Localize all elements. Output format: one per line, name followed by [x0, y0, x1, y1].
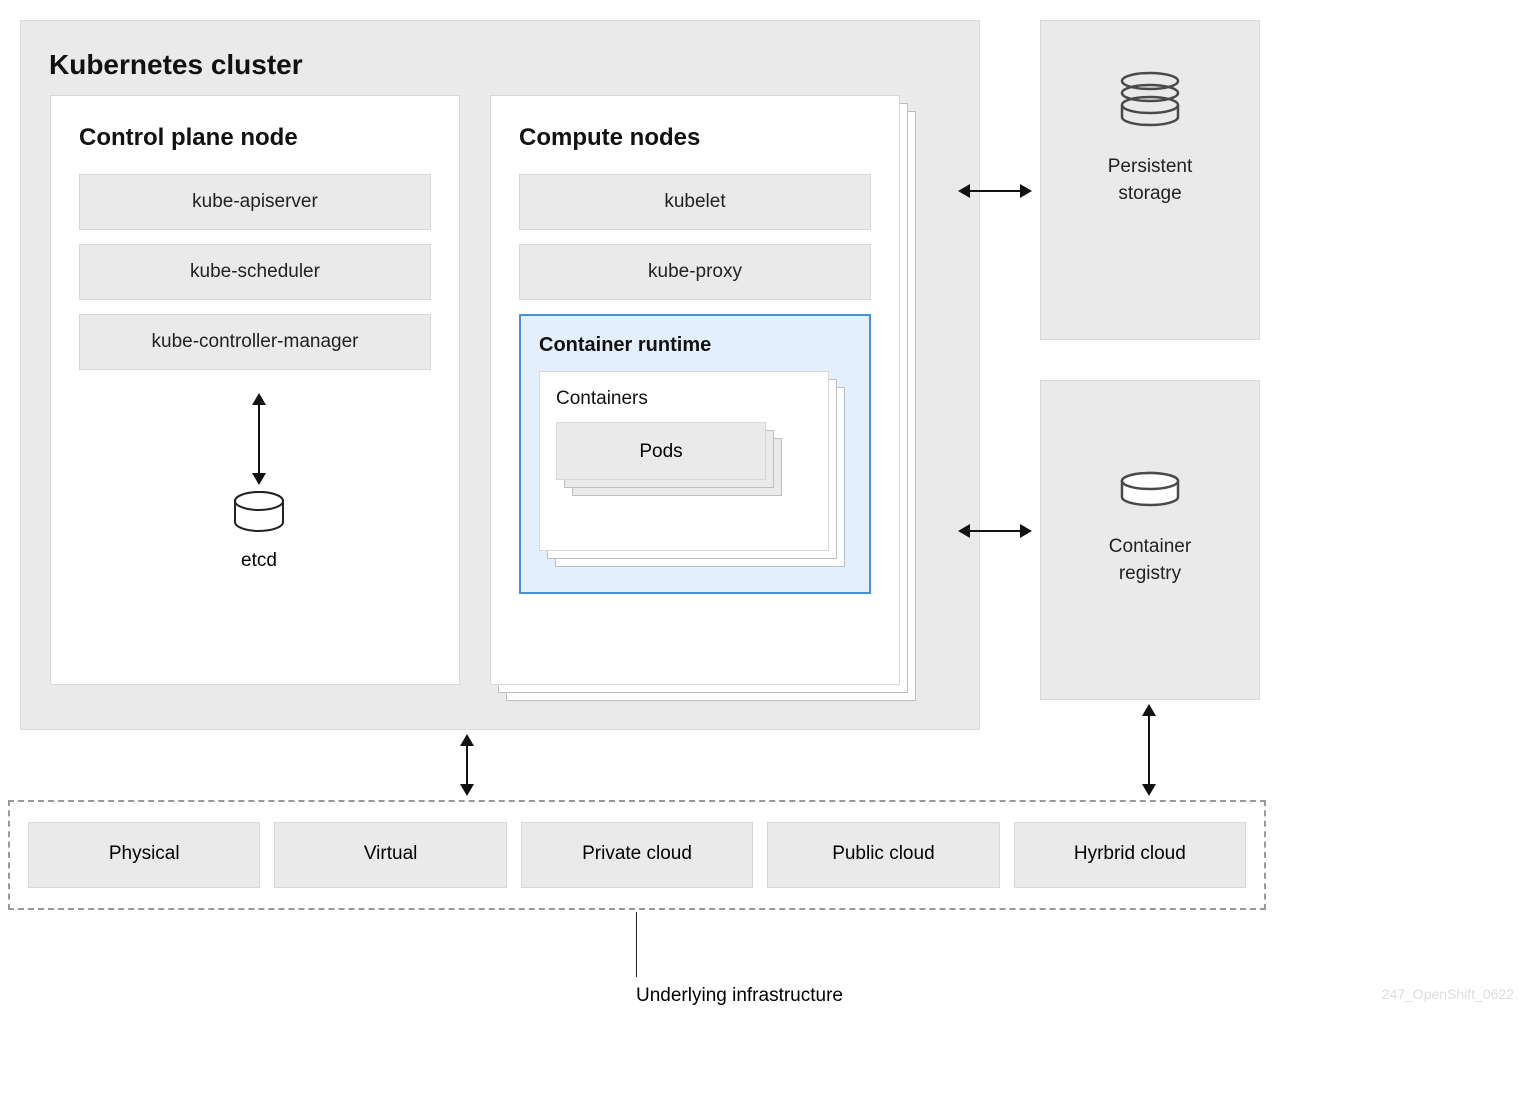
compute-title: Compute nodes: [519, 124, 871, 152]
container-runtime-box: Container runtime Containers Pods: [519, 314, 871, 594]
containers-label: Containers: [556, 388, 812, 410]
infrastructure-label: Underlying infrastructure: [636, 985, 843, 1007]
cluster-title: Kubernetes cluster: [49, 49, 951, 81]
control-plane-node: Control plane node kube-apiserver kube-s…: [50, 95, 460, 685]
infra-private-cloud: Private cloud: [521, 822, 753, 888]
cluster-infra-arrow: [466, 736, 468, 794]
persistent-storage-box: Persistentstorage: [1040, 20, 1260, 340]
infrastructure-container: Physical Virtual Private cloud Public cl…: [8, 800, 1266, 910]
control-plane-title: Control plane node: [79, 124, 431, 152]
infra-hybrid-cloud: Hyrbrid cloud: [1014, 822, 1246, 888]
watermark-text: 247_OpenShift_0622: [1382, 986, 1514, 1002]
kubelet-box: kubelet: [519, 174, 871, 230]
database-icon: [232, 490, 286, 534]
diagram-canvas: Kubernetes cluster Control plane node ku…: [0, 0, 1520, 1093]
kube-apiserver-box: kube-apiserver: [79, 174, 431, 230]
container-registry-box: Containerregistry: [1040, 380, 1260, 700]
pods-main: Pods: [556, 422, 766, 480]
infra-virtual: Virtual: [274, 822, 506, 888]
storage-label: Persistentstorage: [1041, 154, 1259, 207]
control-plane-etcd-arrow: [258, 395, 260, 483]
cluster-registry-arrow: [960, 530, 1030, 532]
containers-main: Containers Pods: [539, 371, 829, 551]
kube-scheduler-box: kube-scheduler: [79, 244, 431, 300]
compute-nodes-stack: Compute nodes kubelet kube-proxy Contain…: [490, 95, 920, 700]
runtime-title: Container runtime: [539, 334, 851, 357]
registry-infra-arrow: [1148, 706, 1150, 794]
infra-physical: Physical: [28, 822, 260, 888]
pods-stack: Pods: [556, 422, 786, 532]
registry-label: Containerregistry: [1041, 534, 1259, 587]
containers-stack: Containers Pods: [539, 371, 849, 571]
infra-callout-line: [636, 912, 637, 977]
storage-stack-icon: [1115, 71, 1185, 131]
compute-node-main: Compute nodes kubelet kube-proxy Contain…: [490, 95, 900, 685]
registry-disk-icon: [1115, 471, 1185, 511]
cluster-storage-arrow: [960, 190, 1030, 192]
infra-public-cloud: Public cloud: [767, 822, 999, 888]
etcd-label: etcd: [234, 550, 284, 572]
kube-proxy-box: kube-proxy: [519, 244, 871, 300]
kube-controller-manager-box: kube-controller-manager: [79, 314, 431, 370]
